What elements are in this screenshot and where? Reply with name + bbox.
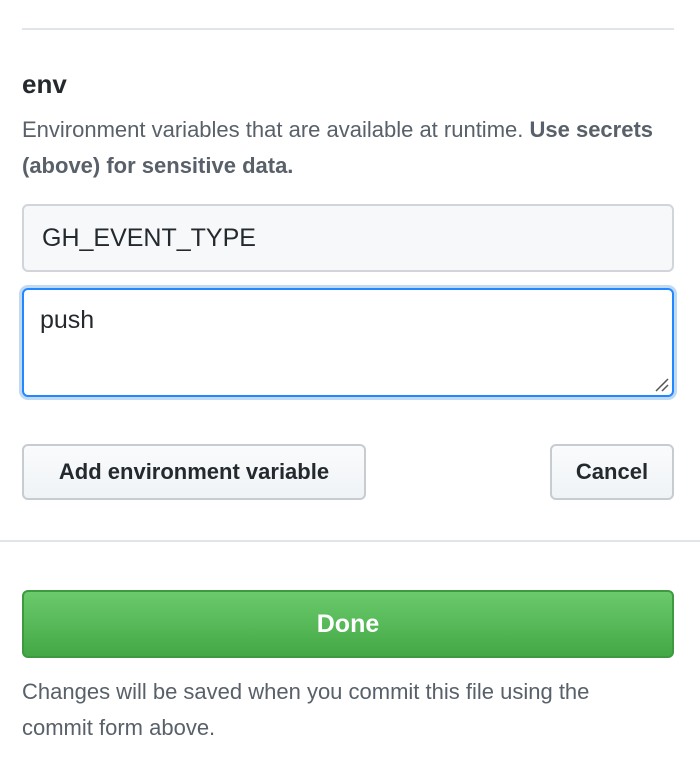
env-name-input[interactable] bbox=[22, 204, 674, 272]
env-editor-panel: env Environment variables that are avail… bbox=[0, 0, 700, 770]
env-value-input[interactable]: push bbox=[24, 290, 672, 395]
resize-handle-icon[interactable] bbox=[653, 376, 669, 392]
footer-note: Changes will be saved when you commit th… bbox=[22, 679, 590, 740]
section-description: Environment variables that are available… bbox=[22, 112, 677, 184]
done-button[interactable]: Done bbox=[22, 590, 674, 658]
env-value-field[interactable]: push bbox=[22, 288, 674, 397]
add-environment-variable-button[interactable]: Add environment variable bbox=[22, 444, 366, 500]
section-title: env bbox=[22, 69, 67, 99]
description-text: Environment variables that are available… bbox=[22, 117, 530, 142]
top-divider bbox=[22, 28, 674, 30]
section-divider bbox=[0, 540, 700, 542]
cancel-button[interactable]: Cancel bbox=[550, 444, 674, 500]
